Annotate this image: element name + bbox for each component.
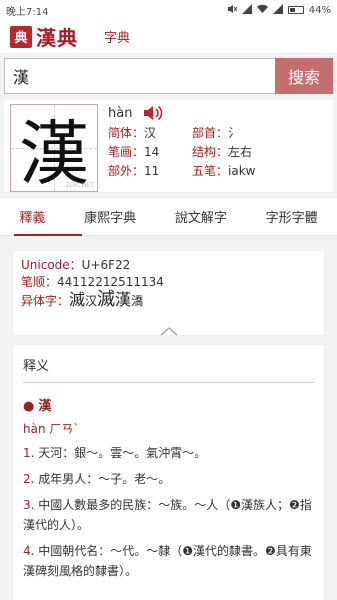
sense-text: 中國人數最多的民族：～族。～人（❶漢族人；❷指漢代的人）。 (23, 498, 312, 532)
tab-kangxi[interactable]: 康熙字典 (80, 198, 140, 236)
tab-definition[interactable]: 釋義 (15, 198, 49, 236)
sense-item: 3. 中國人數最多的民族：～族。～人（❶漢族人；❷指漢代的人）。 (23, 495, 314, 535)
unicode-value: U+6F22 (81, 258, 131, 272)
variants-row: 异体字：滅汉滅漢𣾷 (21, 291, 316, 310)
structure-label: 结构： (192, 145, 229, 159)
sense-number: 2. (23, 472, 35, 486)
sense-text: 天河：銀～。雲～。氣沖霄～。 (38, 446, 207, 460)
wubi-label: 五笔： (192, 164, 229, 178)
battery-icon (287, 6, 304, 14)
signal-icon (241, 3, 252, 17)
search-input[interactable]: 漢 (4, 58, 275, 94)
app-bar: 典 漢典 字典 (0, 20, 337, 54)
status-time: 晚上7:14 (6, 6, 49, 18)
sense-number: 4. (23, 544, 35, 558)
entry-head: ● 漢 (23, 395, 314, 414)
logo-text: 漢典 (36, 26, 78, 50)
strokes-label: 笔画： (108, 145, 145, 159)
character-info: hàn 简体：汉 部首：氵 笔画：14 结构：左右 部外：11 五笔：iakw (104, 100, 327, 179)
unicode-row: Unicode：U+6F22 (21, 257, 316, 274)
simplified-label: 简体： (108, 126, 145, 140)
pinyin-row: hàn (104, 102, 327, 124)
app-logo[interactable]: 典 漢典 (10, 22, 78, 51)
tab-shuowen[interactable]: 說文解字 (171, 198, 231, 236)
simplified-value: 汉 (144, 126, 157, 140)
sense-item: 2. 成年男人：～子。老～。 (23, 469, 314, 489)
wubi-value: iakw (228, 164, 256, 178)
radical-label: 部首： (192, 126, 229, 140)
chevron-up-icon[interactable] (159, 325, 179, 336)
sense-text: 中國朝代名：～代。～隸（❶漢代的隸書。❷具有東漢碑刻風格的隸書）。 (23, 544, 312, 578)
entry-pinyin: hàn ㄏㄢˋ (23, 422, 80, 436)
variant-char[interactable]: 𣾷 (131, 294, 143, 308)
wifi-icon (256, 4, 268, 17)
sense-item: 4. 中國朝代名：～代。～隸（❶漢代的隸書。❷具有東漢碑刻風格的隸書）。 (23, 541, 314, 581)
signal-icon-2 (272, 3, 283, 17)
watermark: ZDIC.NET (65, 182, 94, 189)
pinyin: hàn (108, 105, 133, 121)
stroke-order-row: 笔顺：44112212511134 (21, 274, 316, 291)
logo-seal: 典 (10, 25, 32, 48)
character-glyph-box: 漢 ZDIC.NET (10, 104, 98, 195)
sense-item: 1. 天河：銀～。雲～。氣沖霄～。 (23, 443, 314, 463)
structure-value: 左右 (228, 145, 253, 159)
status-icons: 44% (227, 3, 331, 17)
unicode-card: Unicode：U+6F22 笔顺：44112212511134 异体字：滅汉滅… (12, 250, 325, 336)
tab-glyph-forms[interactable]: 字形字體 (262, 198, 322, 236)
status-bar: 晚上7:14 44% (0, 0, 337, 20)
search-bar: 漢 搜索 (4, 58, 333, 94)
sense-number: 3. (23, 498, 35, 512)
entry-char: 漢 (38, 399, 52, 414)
external-strokes-label: 部外： (108, 164, 145, 178)
sense-text: 成年男人：～子。老～。 (38, 472, 171, 486)
speaker-icon[interactable] (142, 104, 164, 122)
tab-bar: 釋義 康熙字典 說文解字 字形字體 (0, 198, 337, 236)
variant-char[interactable]: 漢 (115, 290, 131, 309)
external-strokes-value: 11 (144, 164, 160, 178)
mute-icon (227, 4, 238, 17)
character-glyph: 漢 (19, 112, 89, 195)
search-button[interactable]: 搜索 (275, 58, 333, 94)
definition-card: 释义 ● 漢 hàn ㄏㄢˋ 1. 天河：銀～。雲～。氣沖霄～。 2. 成年男人：… (12, 344, 325, 600)
stroke-order-value: 44112212511134 (57, 275, 164, 289)
strokes-value: 14 (144, 145, 160, 159)
stroke-order-label: 笔顺： (21, 275, 58, 289)
battery-percent: 44% (308, 4, 331, 16)
bullet-icon: ● (23, 399, 35, 414)
definition-title: 释义 (23, 345, 314, 383)
active-tab-indicator (14, 234, 82, 236)
app-subtitle[interactable]: 字典 (104, 27, 130, 46)
variant-char[interactable]: 汉 (85, 294, 97, 308)
character-fields: 简体：汉 部首：氵 笔画：14 结构：左右 部外：11 五笔：iakw (108, 124, 327, 179)
character-card: 漢 ZDIC.NET hàn 简体：汉 部首：氵 笔画：14 结构：左右 部外：… (4, 100, 333, 195)
radical-value: 氵 (228, 126, 241, 140)
variant-char[interactable]: 滅 (69, 290, 85, 309)
unicode-label: Unicode： (21, 258, 82, 272)
variants-label: 异体字： (21, 294, 70, 308)
variant-char[interactable]: 滅 (97, 289, 115, 310)
battery-fill (289, 8, 296, 12)
sense-number: 1. (23, 446, 35, 460)
